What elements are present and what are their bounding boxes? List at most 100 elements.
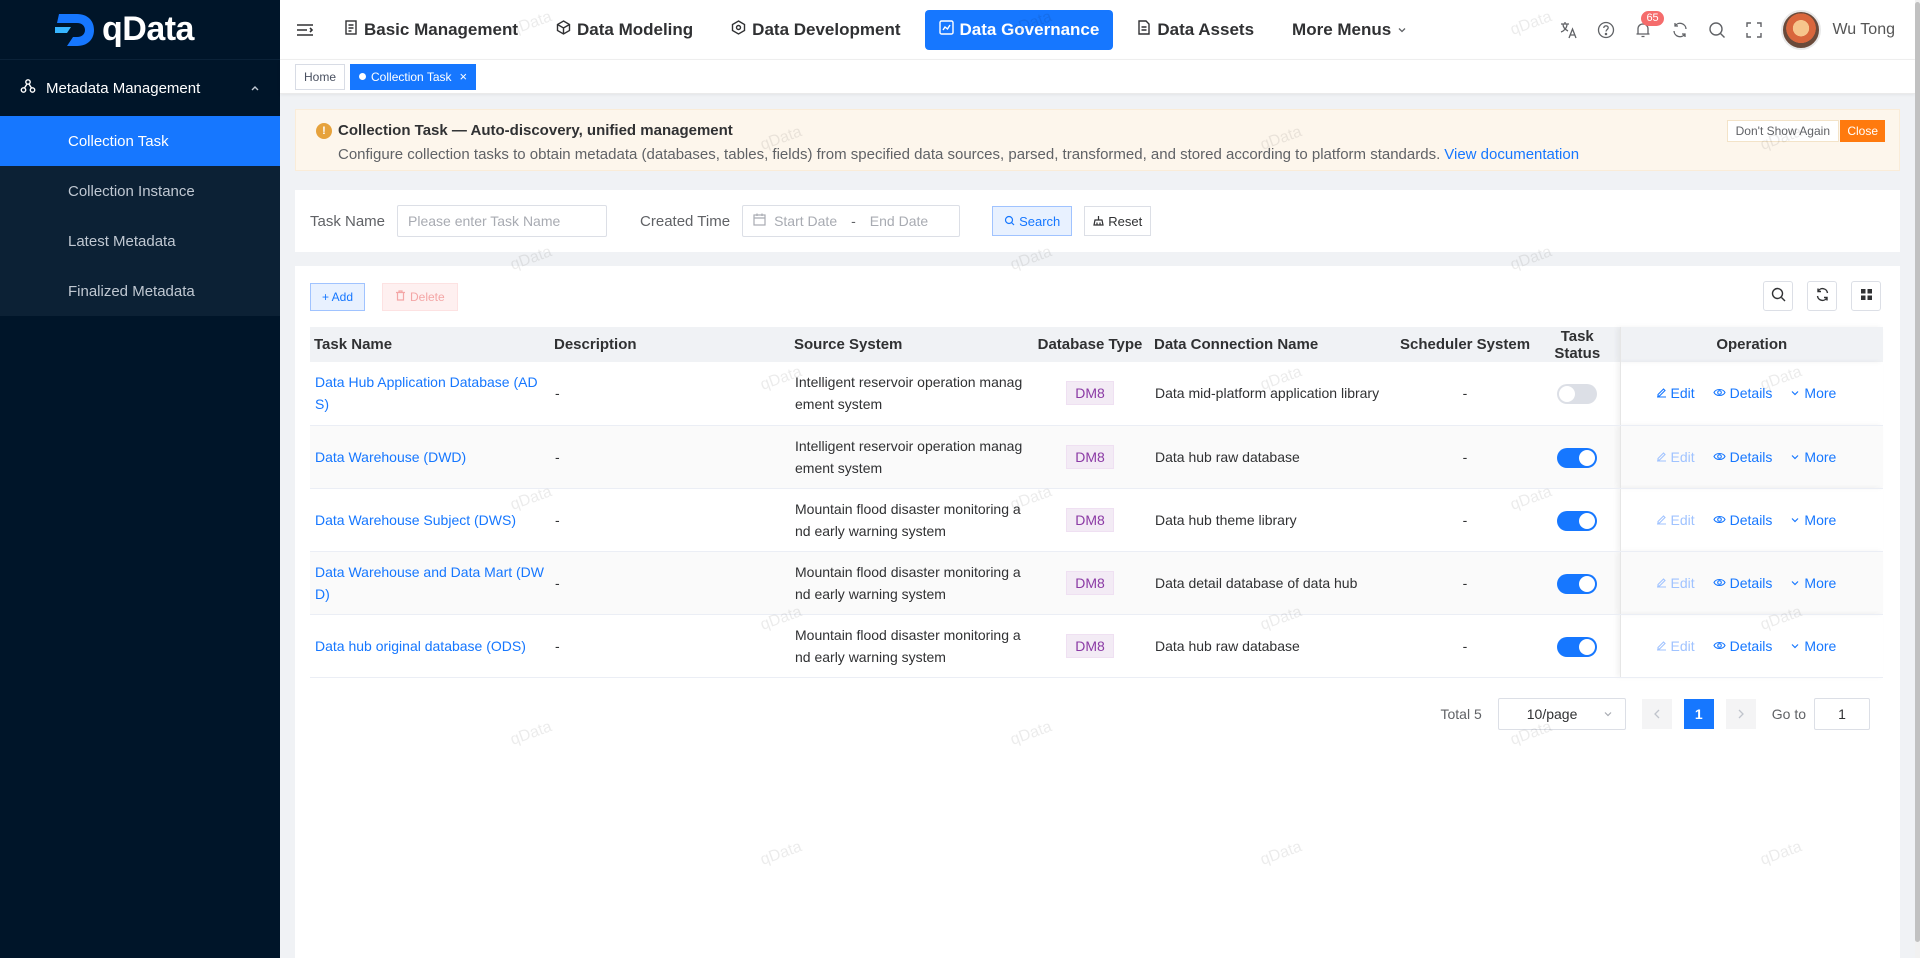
task-status-toggle[interactable] xyxy=(1557,447,1598,468)
logo-text: qData xyxy=(102,10,194,48)
details-button[interactable]: Details xyxy=(1713,635,1773,657)
close-icon[interactable]: × xyxy=(460,69,468,84)
page-size-value: 10/page xyxy=(1526,706,1578,722)
nav-label: Data Assets xyxy=(1157,19,1255,39)
sidebar-item-collection-instance[interactable]: Collection Instance xyxy=(0,166,280,216)
page-number-current[interactable]: 1 xyxy=(1683,699,1714,729)
edit-icon xyxy=(1656,635,1667,657)
nav-data-governance[interactable]: Data Governance xyxy=(924,9,1114,50)
prev-page-button[interactable] xyxy=(1641,699,1672,729)
edit-label: Edit xyxy=(1670,448,1695,465)
cell-operation: Edit Details More xyxy=(1619,362,1883,426)
sidebar-item-collection-task[interactable]: Collection Task xyxy=(0,116,280,166)
cell-database-type: DM8 xyxy=(1030,551,1150,615)
nav-data-assets[interactable]: Data Assets xyxy=(1123,10,1268,50)
start-date-input[interactable]: Start Date xyxy=(774,213,837,229)
page-scrollbar[interactable] xyxy=(1915,0,1920,958)
nav-data-development[interactable]: Data Development xyxy=(717,10,914,50)
task-status-toggle[interactable] xyxy=(1557,573,1598,594)
database-type-tag: DM8 xyxy=(1066,633,1114,658)
edit-button[interactable]: Edit xyxy=(1656,382,1695,404)
help-icon[interactable] xyxy=(1596,20,1616,40)
edit-label: Edit xyxy=(1670,574,1695,591)
add-button[interactable]: + Add xyxy=(310,283,366,311)
box-icon xyxy=(731,19,746,40)
username[interactable]: Wu Tong xyxy=(1832,21,1895,39)
details-button[interactable]: Details xyxy=(1713,509,1772,531)
table-refresh-button[interactable] xyxy=(1807,281,1837,311)
search-icon[interactable] xyxy=(1707,20,1727,40)
menu-toggle-icon[interactable] xyxy=(280,22,330,38)
chevron-down-icon xyxy=(1790,572,1800,594)
cell-operation: Edit Details More xyxy=(1619,551,1883,615)
translate-icon[interactable] xyxy=(1559,20,1579,40)
eye-icon xyxy=(1713,382,1726,404)
view-documentation-link[interactable]: View documentation xyxy=(1444,146,1579,163)
edit-button[interactable]: Edit xyxy=(1656,635,1695,657)
reset-button[interactable]: Reset xyxy=(1084,206,1152,236)
avatar[interactable] xyxy=(1781,10,1822,50)
nav-basic-management[interactable]: Basic Management xyxy=(330,10,532,50)
table-row: Data Warehouse and Data Mart (DWD) - Mou… xyxy=(310,551,1883,615)
task-name-link[interactable]: Data Warehouse (DWD) xyxy=(315,449,466,465)
more-button[interactable]: More xyxy=(1790,446,1836,468)
tab-collection-task[interactable]: Collection Task × xyxy=(350,63,477,90)
page-size-select[interactable]: 10/page xyxy=(1497,698,1626,730)
task-name-link[interactable]: Data Warehouse and Data Mart (DWD) xyxy=(315,564,544,602)
column-header-database-type: Database Type xyxy=(1030,327,1150,362)
alert-title: Collection Task — Auto-discovery, unifie… xyxy=(338,122,733,139)
more-button[interactable]: More xyxy=(1790,509,1836,531)
refresh-icon xyxy=(1815,287,1830,305)
topbar: Basic Management Data Modeling Data Deve… xyxy=(280,0,1915,60)
task-name-input[interactable]: Please enter Task Name xyxy=(397,205,608,237)
dont-show-again-button[interactable]: Don't Show Again xyxy=(1726,120,1839,142)
sidebar-item-latest-metadata[interactable]: Latest Metadata xyxy=(0,216,280,266)
more-button[interactable]: More xyxy=(1790,572,1836,594)
created-time-label: Created Time xyxy=(640,212,731,230)
column-header-task-name: Task Name xyxy=(310,327,550,362)
scrollbar-thumb[interactable] xyxy=(1915,2,1920,942)
close-alert-button[interactable]: Close xyxy=(1840,120,1885,142)
cell-task-status xyxy=(1535,488,1620,552)
details-button[interactable]: Details xyxy=(1713,572,1773,594)
details-button[interactable]: Details xyxy=(1713,446,1772,468)
sidebar-item-finalized-metadata[interactable]: Finalized Metadata xyxy=(0,266,280,316)
details-label: Details xyxy=(1729,637,1773,654)
task-name-label: Task Name xyxy=(310,212,386,230)
task-status-toggle[interactable] xyxy=(1557,636,1598,657)
info-alert: ! Collection Task — Auto-discovery, unif… xyxy=(295,109,1900,171)
nav-more-menus[interactable]: More Menus xyxy=(1278,10,1421,50)
logo[interactable]: qData xyxy=(0,0,280,60)
search-button[interactable]: Search xyxy=(992,206,1073,236)
edit-button[interactable]: Edit xyxy=(1656,446,1695,468)
details-button[interactable]: Details xyxy=(1713,382,1772,404)
alert-description-text: Configure collection tasks to obtain met… xyxy=(338,146,1441,163)
task-name-link[interactable]: Data Hub Application Database (ADS) xyxy=(315,374,538,412)
created-time-range-picker[interactable]: Start Date - End Date xyxy=(742,205,961,237)
task-status-toggle[interactable] xyxy=(1557,510,1598,531)
end-date-input[interactable]: End Date xyxy=(870,213,928,229)
nav-data-modeling[interactable]: Data Modeling xyxy=(542,10,707,50)
refresh-icon[interactable] xyxy=(1670,20,1690,40)
more-button[interactable]: More xyxy=(1790,382,1836,404)
more-button[interactable]: More xyxy=(1790,635,1836,657)
delete-button[interactable]: Delete xyxy=(382,283,458,311)
goto-page-input[interactable]: 1 xyxy=(1814,698,1870,730)
menu-group-metadata-management[interactable]: Metadata Management xyxy=(0,60,280,116)
details-label: Details xyxy=(1729,574,1773,591)
bell-icon[interactable]: 65 xyxy=(1633,11,1664,40)
edit-button[interactable]: Edit xyxy=(1656,572,1695,594)
task-name-link[interactable]: Data hub original database (ODS) xyxy=(315,638,526,654)
fullscreen-icon[interactable] xyxy=(1744,20,1764,40)
task-status-toggle[interactable] xyxy=(1557,384,1598,405)
tab-home[interactable]: Home xyxy=(295,63,346,90)
cell-scheduler-system: - xyxy=(1395,425,1535,489)
task-name-link[interactable]: Data Warehouse Subject (DWS) xyxy=(315,512,516,528)
search-list-icon xyxy=(1004,214,1015,229)
column-settings-button[interactable] xyxy=(1851,281,1881,311)
table-search-button[interactable] xyxy=(1763,281,1793,311)
cell-source-system: Intelligent reservoir operation manageme… xyxy=(790,425,1030,489)
chevron-down-icon xyxy=(1790,382,1800,404)
next-page-button[interactable] xyxy=(1725,699,1756,729)
edit-button[interactable]: Edit xyxy=(1656,509,1695,531)
